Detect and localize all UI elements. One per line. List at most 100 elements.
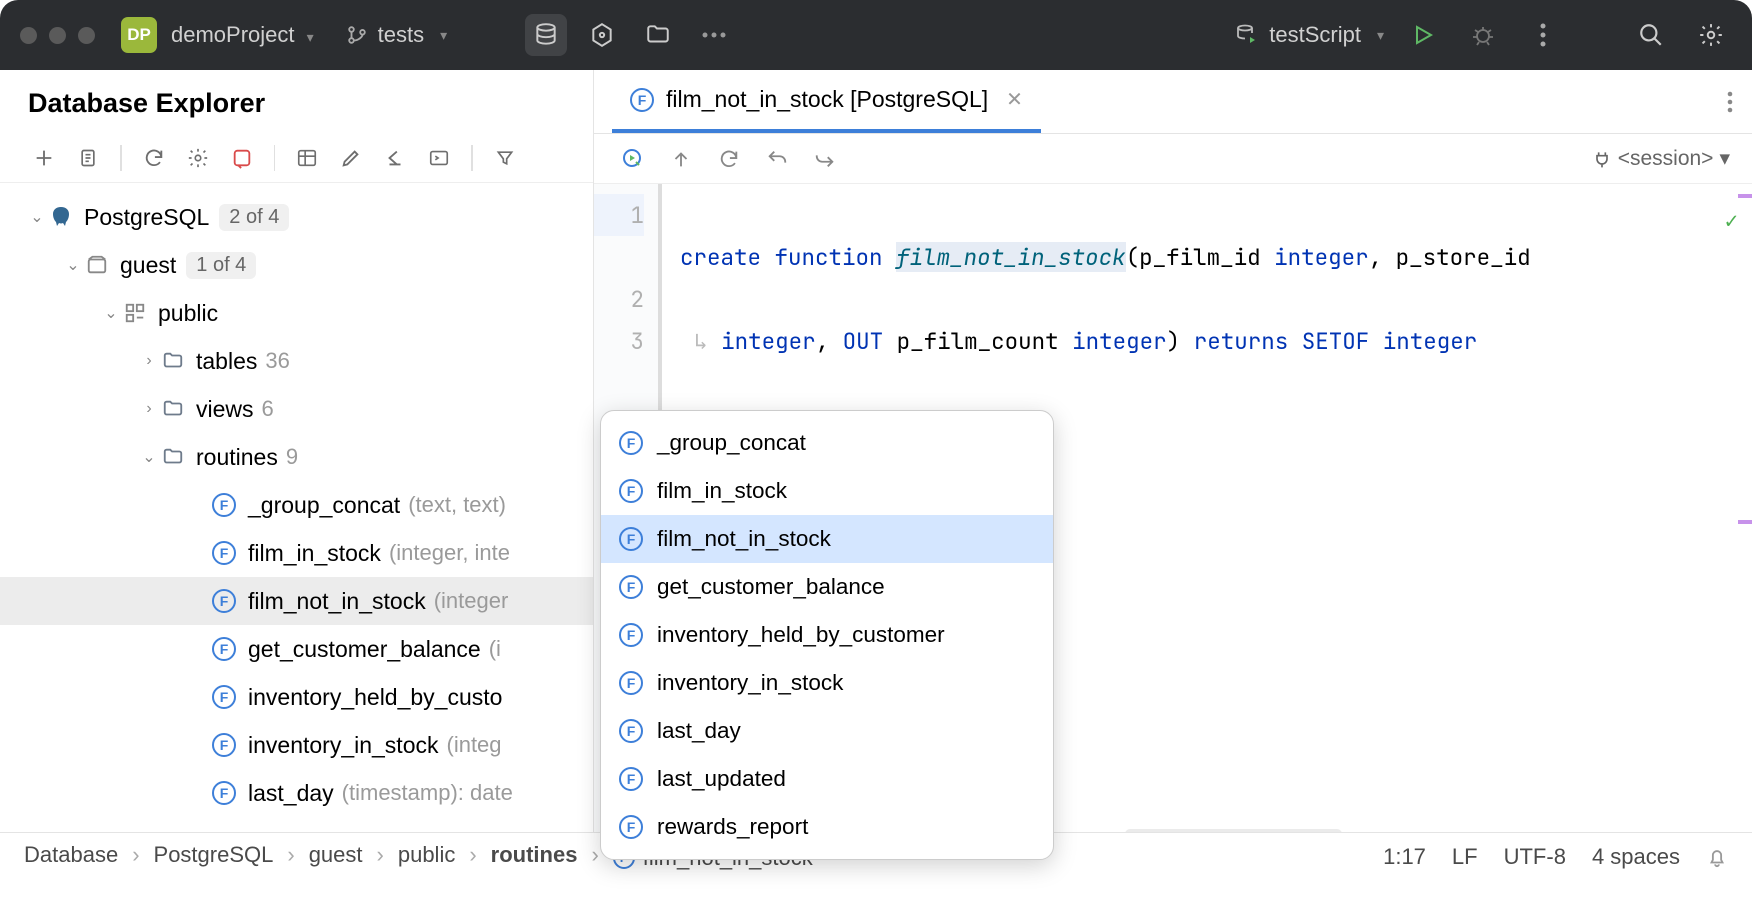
tree-routine[interactable]: Finventory_held_by_custo xyxy=(0,673,593,721)
structure-popup[interactable]: F_group_concatFfilm_in_stockFfilm_not_in… xyxy=(600,410,1054,860)
editor-tabs-menu[interactable] xyxy=(1726,90,1734,114)
close-tab-icon[interactable]: ✕ xyxy=(1006,87,1023,112)
indent-setting[interactable]: 4 spaces xyxy=(1592,844,1680,870)
datasource-name: PostgreSQL xyxy=(84,204,209,231)
function-icon: F xyxy=(619,575,643,599)
popup-item[interactable]: Ffilm_in_stock xyxy=(601,467,1053,515)
refresh-button[interactable] xyxy=(136,140,172,176)
routine-params: (timestamp): date xyxy=(342,780,513,806)
project-selector[interactable]: demoProject ▾ xyxy=(171,22,314,48)
popup-item[interactable]: Frewards_report xyxy=(601,803,1053,851)
tree-routine[interactable]: Ffilm_in_stock(integer, inte xyxy=(0,529,593,577)
popup-item[interactable]: Flast_updated xyxy=(601,755,1053,803)
session-selector[interactable]: <session> ▾ xyxy=(1592,146,1730,171)
popup-item[interactable]: Finventory_held_by_customer xyxy=(601,611,1053,659)
tree-folder-routines[interactable]: ⌄ routines 9 xyxy=(0,433,593,481)
cursor-position[interactable]: 1:17 xyxy=(1383,844,1426,870)
routine-params: (integ xyxy=(447,732,502,758)
function-icon: F xyxy=(630,88,654,112)
popup-item[interactable]: Flast_day xyxy=(601,707,1053,755)
maximize-window[interactable] xyxy=(78,27,95,44)
routine-params: (text, text) xyxy=(408,492,506,518)
schema-icon xyxy=(122,300,148,326)
edit-button[interactable] xyxy=(333,140,369,176)
chevron-down-icon: ▾ xyxy=(1377,27,1384,44)
routine-name: inventory_held_by_custo xyxy=(248,684,502,711)
routine-params: (integer, inte xyxy=(389,540,510,566)
folder-name: routines xyxy=(196,444,278,471)
tree-folder-views[interactable]: › views 6 xyxy=(0,385,593,433)
tree-routine[interactable]: F_group_concat(text, text) xyxy=(0,481,593,529)
titlebar: DP demoProject ▾ tests ▾ testScript ▾ xyxy=(0,0,1752,70)
database-icon xyxy=(84,252,110,278)
tree-routine[interactable]: Flast_day(timestamp): date xyxy=(0,769,593,817)
tree-datasource[interactable]: ⌄ PostgreSQL 2 of 4 xyxy=(0,193,593,241)
more-menu-icon[interactable] xyxy=(1522,14,1564,56)
tree-schema[interactable]: ⌄ public xyxy=(0,289,593,337)
folder-icon xyxy=(160,396,186,422)
breadcrumb-item[interactable]: Database xyxy=(24,842,118,867)
close-window[interactable] xyxy=(20,27,37,44)
popup-item[interactable]: Finventory_in_stock xyxy=(601,659,1053,707)
popup-item-label: last_updated xyxy=(657,766,786,792)
tree-routine[interactable]: Finventory_in_stock(integ xyxy=(0,721,593,769)
run-button[interactable] xyxy=(1402,14,1444,56)
submit-button[interactable] xyxy=(664,142,698,176)
tree-folder-tables[interactable]: › tables 36 xyxy=(0,337,593,385)
editor-tab-active[interactable]: F film_not_in_stock [PostgreSQL] ✕ xyxy=(612,70,1041,133)
folder-icon xyxy=(160,444,186,470)
search-icon[interactable] xyxy=(1630,14,1672,56)
editor-tabs: F film_not_in_stock [PostgreSQL] ✕ xyxy=(594,70,1752,134)
function-icon: F xyxy=(212,685,236,709)
breadcrumb-item[interactable]: guest xyxy=(309,842,363,867)
popup-item[interactable]: Ffilm_not_in_stock xyxy=(601,515,1053,563)
vcs-branch[interactable]: tests ▾ xyxy=(346,22,448,48)
explorer-tree[interactable]: ⌄ PostgreSQL 2 of 4 ⌄ guest 1 of 4 ⌄ pub… xyxy=(0,183,593,832)
table-view-button[interactable] xyxy=(289,140,325,176)
rollback-button[interactable] xyxy=(760,142,794,176)
minimize-window[interactable] xyxy=(49,27,66,44)
debug-button[interactable] xyxy=(1462,14,1504,56)
folder-name: views xyxy=(196,396,254,423)
tree-database[interactable]: ⌄ guest 1 of 4 xyxy=(0,241,593,289)
sync-button[interactable] xyxy=(712,142,746,176)
more-tools-icon[interactable] xyxy=(693,14,735,56)
popup-item[interactable]: F_group_concat xyxy=(601,419,1053,467)
popup-item-label: film_in_stock xyxy=(657,478,787,504)
popup-item-label: inventory_in_stock xyxy=(657,670,843,696)
popup-item-label: rewards_report xyxy=(657,814,808,840)
breadcrumb-item[interactable]: public xyxy=(398,842,455,867)
run-config-name: testScript xyxy=(1269,22,1361,48)
run-config-selector[interactable]: testScript ▾ xyxy=(1235,22,1384,48)
commit-button[interactable] xyxy=(808,142,842,176)
database-tool-icon[interactable] xyxy=(525,14,567,56)
datasource-properties-button[interactable] xyxy=(180,140,216,176)
console-button[interactable] xyxy=(421,140,457,176)
popup-item-label: inventory_held_by_customer xyxy=(657,622,945,648)
breadcrumb-item[interactable]: routines xyxy=(491,842,578,867)
hex-tool-icon[interactable] xyxy=(581,14,623,56)
folder-icon xyxy=(160,348,186,374)
jump-to-button[interactable] xyxy=(377,140,413,176)
chevron-down-icon: ▾ xyxy=(307,29,314,45)
popup-item-label: get_customer_balance xyxy=(657,574,885,600)
filter-button[interactable] xyxy=(487,140,523,176)
popup-item-label: film_not_in_stock xyxy=(657,526,831,552)
file-encoding[interactable]: UTF-8 xyxy=(1504,844,1566,870)
checkmark-icon: ✓ xyxy=(1725,200,1738,242)
tree-routine[interactable]: Fget_customer_balance(i xyxy=(0,625,593,673)
add-button[interactable] xyxy=(26,140,62,176)
tree-routine[interactable]: Ffilm_not_in_stock(integer xyxy=(0,577,593,625)
execute-button[interactable] xyxy=(616,142,650,176)
line-separator[interactable]: LF xyxy=(1452,844,1478,870)
stop-button[interactable] xyxy=(224,140,260,176)
settings-icon[interactable] xyxy=(1690,14,1732,56)
copy-ddl-button[interactable] xyxy=(70,140,106,176)
notifications-icon[interactable] xyxy=(1706,846,1728,868)
popup-item[interactable]: Fget_customer_balance xyxy=(601,563,1053,611)
routine-name: last_day xyxy=(248,780,334,807)
folder-tool-icon[interactable] xyxy=(637,14,679,56)
breadcrumb-item[interactable]: PostgreSQL xyxy=(154,842,274,867)
editor-toolbar: <session> ▾ xyxy=(594,134,1752,184)
database-explorer-panel: Database Explorer ⌄ PostgreSQL 2 of 4 xyxy=(0,70,594,832)
